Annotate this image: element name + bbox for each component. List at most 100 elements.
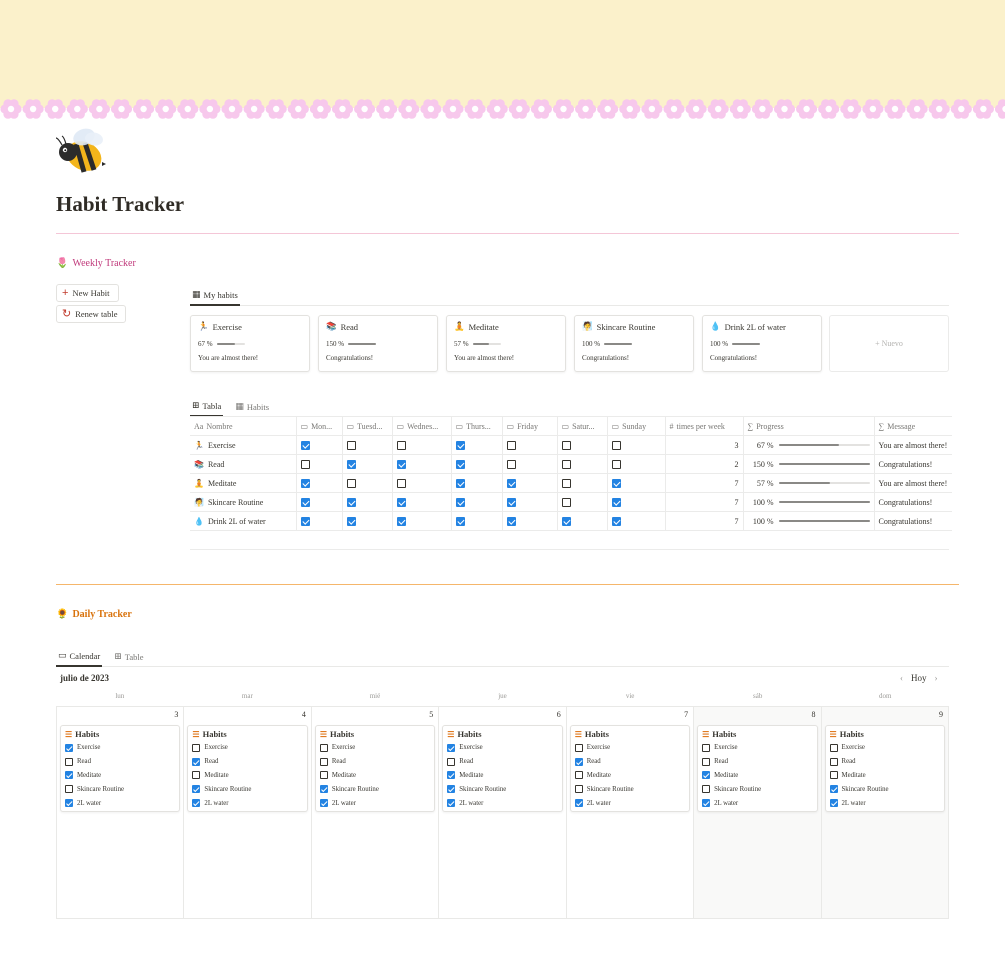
checkbox-unchecked[interactable] — [561, 440, 571, 450]
day-checkbox-cell[interactable] — [295, 473, 342, 493]
tab-tabla[interactable]: ⊞ Tabla — [190, 400, 224, 417]
checkbox-checked[interactable] — [455, 459, 465, 469]
daily-habit-item[interactable]: Meditate — [702, 769, 812, 783]
day-checkbox-cell[interactable] — [391, 473, 451, 493]
checkbox-unchecked[interactable] — [702, 743, 711, 752]
daily-habit-item[interactable]: Meditate — [319, 769, 430, 783]
calendar-day[interactable]: 9 ☰ Habits Exercise Read Meditate Skincare Rou… — [820, 707, 948, 918]
daily-habit-item[interactable]: 2L water — [702, 796, 812, 810]
day-checkbox-cell[interactable] — [501, 492, 557, 512]
day-checkbox-cell[interactable] — [556, 454, 607, 474]
column-header[interactable]: Aa Nombre — [190, 416, 296, 436]
daily-habits-card[interactable]: ☰ Habits Exercise Read Meditate Skincare Rout… — [697, 725, 818, 812]
habit-card[interactable]: 🏃 Exercise 67 % You are almost there! — [190, 315, 310, 372]
day-checkbox-cell[interactable] — [391, 492, 451, 512]
daily-habit-item[interactable]: Meditate — [192, 769, 302, 783]
day-checkbox-cell[interactable] — [450, 454, 502, 474]
day-checkbox-cell[interactable] — [556, 473, 607, 493]
column-header[interactable]: # times per week — [664, 416, 743, 436]
checkbox-checked[interactable] — [829, 785, 838, 794]
calendar-day[interactable]: 7 ☰ Habits Exercise Read Meditate Skincare Rou… — [565, 707, 693, 918]
daily-habit-item[interactable]: Skincare Routine — [574, 782, 685, 796]
day-checkbox-cell[interactable] — [501, 435, 557, 455]
checkbox-unchecked[interactable] — [829, 757, 838, 766]
day-checkbox-cell[interactable] — [391, 435, 451, 455]
calendar-day[interactable]: 5 ☰ Habits Exercise Read Meditate Skincare Rou… — [310, 707, 438, 918]
daily-habit-item[interactable]: Read — [65, 755, 175, 769]
checkbox-checked[interactable] — [574, 757, 583, 766]
daily-habits-card[interactable]: ☰ Habits Exercise Read Meditate Skincare Rout… — [187, 725, 308, 812]
day-checkbox-cell[interactable] — [295, 435, 342, 455]
calendar-day[interactable]: 8 ☰ Habits Exercise Read Meditate Skincare Rou… — [693, 707, 821, 918]
daily-habit-item[interactable]: Read — [447, 755, 557, 769]
checkbox-unchecked[interactable] — [702, 785, 711, 794]
day-checkbox-cell[interactable] — [501, 454, 557, 474]
times-per-week-cell[interactable]: 7 — [664, 511, 743, 531]
checkbox-checked[interactable] — [611, 497, 621, 507]
checkbox-unchecked[interactable] — [506, 459, 516, 469]
checkbox-checked[interactable] — [65, 743, 73, 752]
table-row[interactable]: 🧘 Meditate 7 57 % You are almost there! — [190, 473, 952, 493]
daily-habit-item[interactable]: Skincare Routine — [65, 782, 175, 796]
daily-habits-card[interactable]: ☰ Habits Exercise Read Meditate Skincare Rout… — [824, 725, 945, 812]
checkbox-checked[interactable] — [300, 497, 310, 507]
checkbox-checked[interactable] — [300, 478, 310, 488]
column-header[interactable]: ∑ Progress — [742, 416, 874, 436]
daily-habit-item[interactable]: Skincare Routine — [447, 782, 557, 796]
daily-habit-item[interactable]: 2L water — [574, 796, 685, 810]
checkbox-checked[interactable] — [65, 771, 73, 780]
day-checkbox-cell[interactable] — [341, 435, 392, 455]
table-row[interactable]: 📚 Read 2 150 % Congratulations! — [190, 454, 952, 474]
checkbox-checked[interactable] — [192, 757, 201, 766]
checkbox-unchecked[interactable] — [192, 743, 201, 752]
day-checkbox-cell[interactable] — [501, 473, 557, 493]
table-row[interactable]: 🏃 Exercise 3 67 % You are almost there! — [190, 435, 952, 455]
day-checkbox-cell[interactable] — [295, 454, 342, 474]
checkbox-checked[interactable] — [829, 799, 838, 808]
calendar-day[interactable]: 3 ☰ Habits Exercise Read Meditate Skincare Rou… — [57, 707, 183, 918]
daily-habit-item[interactable]: Read — [574, 755, 685, 769]
checkbox-checked[interactable] — [702, 799, 711, 808]
checkbox-checked[interactable] — [346, 497, 356, 507]
habit-card[interactable]: 💧 Drink 2L of water 100 % Congratulations! — [702, 315, 822, 372]
tab-table[interactable]: ⊞ Table — [112, 651, 145, 666]
checkbox-unchecked[interactable] — [65, 785, 73, 794]
checkbox-checked[interactable] — [455, 516, 465, 526]
day-checkbox-cell[interactable] — [606, 511, 665, 531]
checkbox-checked[interactable] — [611, 478, 621, 488]
daily-habit-item[interactable]: Read — [702, 755, 812, 769]
day-checkbox-cell[interactable] — [341, 492, 392, 512]
habit-name-cell[interactable]: 💧 Drink 2L of water — [190, 511, 296, 531]
checkbox-checked[interactable] — [574, 799, 583, 808]
habit-name-cell[interactable]: 🧘 Meditate — [190, 473, 296, 493]
renew-table-button[interactable]: ↻ Renew table — [56, 305, 126, 323]
daily-habit-item[interactable]: Meditate — [829, 769, 940, 783]
checkbox-unchecked[interactable] — [574, 743, 583, 752]
checkbox-unchecked[interactable] — [561, 459, 571, 469]
checkbox-checked[interactable] — [65, 799, 73, 808]
checkbox-checked[interactable] — [300, 516, 310, 526]
column-header[interactable]: ▭ Thurs... — [450, 416, 502, 436]
daily-habit-item[interactable]: Exercise — [829, 741, 940, 755]
day-checkbox-cell[interactable] — [450, 492, 502, 512]
daily-habit-item[interactable]: 2L water — [447, 796, 557, 810]
checkbox-checked[interactable] — [396, 497, 406, 507]
checkbox-unchecked[interactable] — [561, 497, 571, 507]
checkbox-checked[interactable] — [447, 771, 456, 780]
table-row[interactable]: 💧 Drink 2L of water 7 100 % Congratulations! — [190, 511, 952, 531]
checkbox-checked[interactable] — [447, 799, 456, 808]
calendar-day[interactable]: 6 ☰ Habits Exercise Read Meditate Skincare Rou… — [438, 707, 565, 918]
checkbox-unchecked[interactable] — [561, 478, 571, 488]
day-checkbox-cell[interactable] — [341, 511, 392, 531]
tab-habits[interactable]: ▦ Habits — [233, 401, 271, 416]
daily-habits-card[interactable]: ☰ Habits Exercise Read Meditate Skincare Rout… — [60, 725, 181, 812]
checkbox-unchecked[interactable] — [346, 440, 356, 450]
day-checkbox-cell[interactable] — [606, 492, 665, 512]
calendar-day[interactable]: 4 ☰ Habits Exercise Read Meditate Skincare Rou… — [183, 707, 310, 918]
daily-habit-item[interactable]: Read — [192, 755, 302, 769]
checkbox-checked[interactable] — [506, 497, 516, 507]
today-button[interactable]: Hoy — [911, 673, 927, 683]
day-checkbox-cell[interactable] — [606, 454, 665, 474]
checkbox-unchecked[interactable] — [396, 440, 406, 450]
daily-habit-item[interactable]: 2L water — [65, 796, 175, 810]
